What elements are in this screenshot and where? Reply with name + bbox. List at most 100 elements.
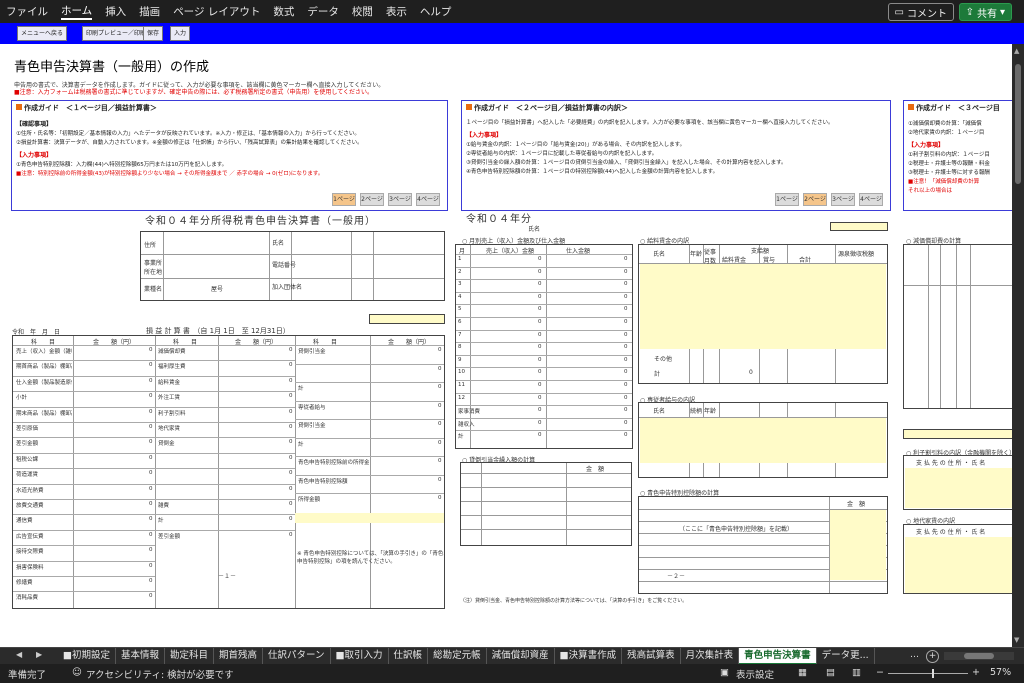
monthly-row xyxy=(456,291,632,293)
pl-row xyxy=(155,468,295,483)
menu-draw[interactable]: 描画 xyxy=(139,4,160,19)
sheet-tabs: ■初期設定 基本情報 勘定科目 期首残高 仕訳パターン ■取引入力 仕訳帳 総勘定元帳 減価償却… xyxy=(58,648,875,665)
sheet-tab[interactable]: 減価償却資産 xyxy=(487,648,555,665)
guide1-page-3-button[interactable]: 3ページ xyxy=(388,193,412,206)
menu-home[interactable]: ホーム xyxy=(61,3,93,20)
page-break-view-icon[interactable]: ▥ xyxy=(852,667,861,678)
pl-row-value: 0 xyxy=(149,547,153,554)
pl-row-value: 0 xyxy=(289,424,293,430)
add-sheet-icon[interactable]: + xyxy=(926,650,939,663)
monthly-row xyxy=(456,266,632,268)
tab-more-icon[interactable]: … xyxy=(910,650,919,660)
comment-icon: ▭ xyxy=(894,6,904,18)
scroll-thumb[interactable] xyxy=(1015,64,1021,184)
interest-input-area[interactable] xyxy=(905,468,1012,508)
monthly-purchase-value: 0 xyxy=(624,419,628,426)
guide-page3-input-heading: 【入力事項】 xyxy=(908,142,945,149)
menu-help[interactable]: ヘルプ xyxy=(420,4,452,19)
sheet-tab[interactable]: 青色申告決算書 xyxy=(739,648,817,665)
sheet-tab[interactable]: 期首残高 xyxy=(214,648,264,665)
scroll-up-icon[interactable]: ▲ xyxy=(1014,47,1019,55)
scroll-down-icon[interactable]: ▼ xyxy=(1014,636,1019,644)
normal-view-icon[interactable]: ▦ xyxy=(798,667,807,678)
sheet-tab[interactable]: 残高試算表 xyxy=(622,648,681,665)
horizontal-scrollbar[interactable] xyxy=(944,652,1014,660)
sheet-tab[interactable]: ■決算書作成 xyxy=(555,648,623,665)
monthly-row-label: 家事消費 xyxy=(458,409,481,416)
zoom-slider[interactable] xyxy=(888,669,968,678)
guide1-page-4-button[interactable]: 4ページ xyxy=(416,193,440,206)
salary-input-area[interactable] xyxy=(640,264,886,349)
monthly-sales-value: 0 xyxy=(538,394,542,401)
form1-id-cell[interactable] xyxy=(369,314,445,324)
pl-row-value: 0 xyxy=(149,593,153,600)
menu-insert[interactable]: 挿入 xyxy=(105,4,126,19)
pl-row-value: 0 xyxy=(438,402,442,409)
tab-next-icon[interactable]: ▶ xyxy=(36,650,42,659)
sheet-tab[interactable]: 仕訳帳 xyxy=(389,648,429,665)
zoom-level[interactable]: 57% xyxy=(990,667,1011,678)
zoom-slider-knob[interactable] xyxy=(932,669,934,678)
sheet-tab[interactable]: ■取引入力 xyxy=(331,648,389,665)
guide1-page-1-button[interactable]: 1ページ xyxy=(332,193,356,206)
zoom-out-icon[interactable]: − xyxy=(876,667,884,678)
sheet-tab[interactable]: ■初期設定 xyxy=(58,648,116,665)
accessibility-status[interactable]: アクセシビリティ: 検討が必要です xyxy=(86,667,234,681)
pl-row-label: 所得金額 xyxy=(298,497,321,503)
menu-view[interactable]: 表示 xyxy=(386,4,407,19)
page-layout-view-icon[interactable]: ▤ xyxy=(826,667,835,678)
blue-deduction-input-area[interactable] xyxy=(830,510,886,580)
guide2-page-1-button[interactable]: 1ページ xyxy=(775,193,799,206)
guide-page3-warning-1: ■注意！「減価償却費の計算 xyxy=(908,179,980,185)
menu-file[interactable]: ファイル xyxy=(6,4,48,19)
salary-col-months: 従事月数 xyxy=(704,249,717,265)
form2-id-cell[interactable] xyxy=(830,222,888,231)
pl-row-label: 給料賃金 xyxy=(158,379,181,386)
pl-row-value: 0 xyxy=(149,578,153,584)
blue-deduction-col-amount: 金 額 xyxy=(847,501,866,508)
menu-review[interactable]: 校閲 xyxy=(352,4,373,19)
sheet-tab[interactable]: 基本情報 xyxy=(116,648,165,665)
monthly-purchase-value: 0 xyxy=(624,407,628,414)
guide2-page-3-button[interactable]: 3ページ xyxy=(831,193,855,206)
display-settings-button[interactable]: 表示設定 xyxy=(736,667,774,681)
vertical-scrollbar[interactable]: ▲ ▼ xyxy=(1012,44,1024,647)
save-button[interactable]: 保存 xyxy=(143,26,164,41)
print-preview-button[interactable]: 印刷プレビュー／印刷 xyxy=(82,26,151,41)
menu-page-layout[interactable]: ページ レイアウト xyxy=(173,4,260,19)
monthly-row xyxy=(456,417,632,419)
pl-row xyxy=(295,363,444,383)
tab-prev-icon[interactable]: ◀ xyxy=(16,650,22,659)
input-button[interactable]: 入力 xyxy=(170,26,191,41)
pl-row xyxy=(155,452,295,468)
depreciation-total-row[interactable] xyxy=(903,429,1012,439)
pl-row-value: 0 xyxy=(149,501,153,507)
pl-row-label: 青色申告特別控除額 xyxy=(298,478,348,485)
sheet-tab[interactable]: データ更... xyxy=(817,648,875,665)
special-deduction-input[interactable] xyxy=(295,513,444,523)
monthly-row xyxy=(456,342,632,344)
family-col-age: 年齢 xyxy=(704,408,717,415)
monthly-sales-value: 0 xyxy=(538,432,542,439)
sheet-tab[interactable]: 月次集計表 xyxy=(681,648,740,665)
pl-row-value: 0 xyxy=(149,424,153,430)
rent-input-area[interactable] xyxy=(905,537,1012,593)
comment-button[interactable]: ▭ コメント xyxy=(887,3,954,21)
zoom-in-icon[interactable]: + xyxy=(972,667,980,678)
pl-row-value: 0 xyxy=(149,454,153,461)
back-to-menu-button[interactable]: メニューへ戻る xyxy=(17,26,68,41)
sheet-tab[interactable]: 総勘定元帳 xyxy=(428,648,487,665)
guide-page2: 作成ガイド ＜２ページ目／損益計算書の内訳＞ １ページ目の「損益計算書」へ記入し… xyxy=(461,100,891,211)
monthly-row-label: 1 xyxy=(458,256,462,262)
spreadsheet-area[interactable]: 青色申告決算書（一般用）の作成 申告用の書式で、決算書データを作成します。ガイド… xyxy=(0,44,1012,647)
family-salary-input-area[interactable] xyxy=(640,418,886,463)
sheet-tab[interactable]: 仕訳パターン xyxy=(263,648,331,665)
hscroll-thumb[interactable] xyxy=(964,653,994,659)
guide2-page-4-button[interactable]: 4ページ xyxy=(859,193,883,206)
guide2-page-2-button[interactable]: 2ページ xyxy=(803,193,827,206)
menu-formulas[interactable]: 数式 xyxy=(273,4,294,19)
share-button[interactable]: ⇪ 共有 ▾ xyxy=(958,3,1012,21)
guide1-page-2-button[interactable]: 2ページ xyxy=(360,193,384,206)
menu-data[interactable]: データ xyxy=(307,4,339,19)
sheet-tab[interactable]: 勘定科目 xyxy=(165,648,215,665)
